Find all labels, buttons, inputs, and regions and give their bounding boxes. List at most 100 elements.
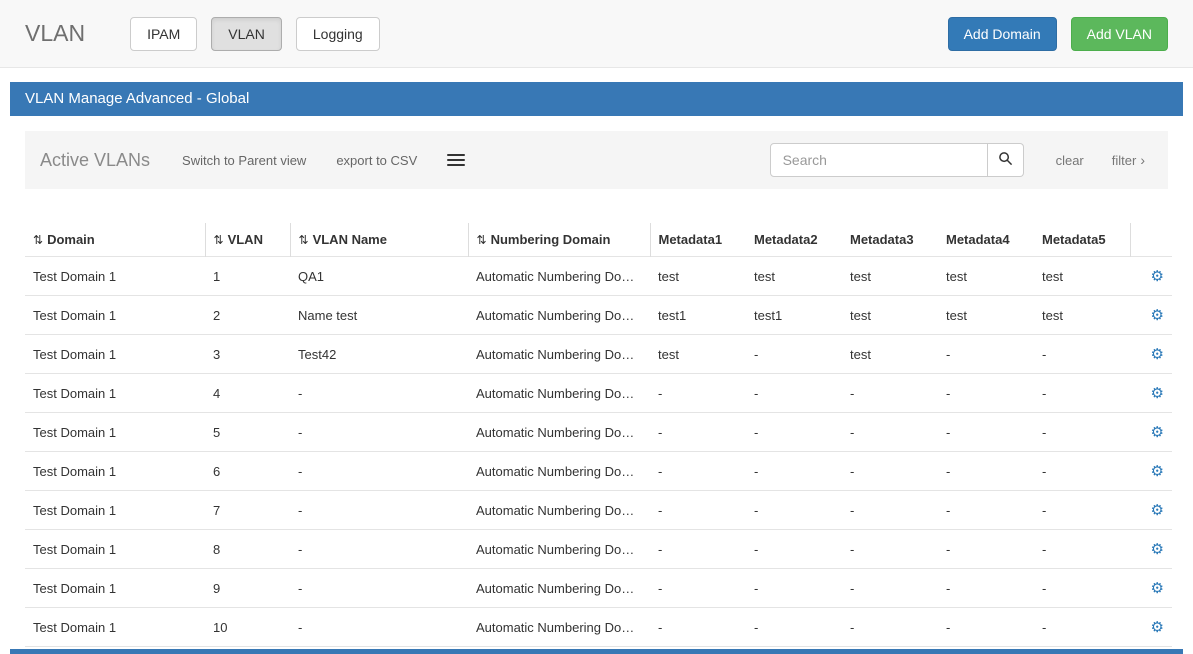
panel-body: Active VLANs Switch to Parent view expor… xyxy=(10,116,1183,647)
cell-metadata3: test xyxy=(842,257,938,296)
table-row: Test Domain 19-Automatic Numbering Doma…… xyxy=(25,569,1172,608)
cell-actions: ⚙ xyxy=(1130,530,1172,569)
cell-metadata1: - xyxy=(650,374,746,413)
gear-icon[interactable]: ⚙ xyxy=(1151,541,1164,558)
sort-icon: ⇅ xyxy=(477,233,487,247)
cell-metadata4: - xyxy=(938,413,1034,452)
column-header-metadata3: Metadata3 xyxy=(842,223,938,257)
sort-icon: ⇅ xyxy=(33,233,43,247)
cell-vlan-name: Test42 xyxy=(290,335,468,374)
cell-domain: Test Domain 1 xyxy=(25,491,205,530)
cell-metadata5: - xyxy=(1034,608,1130,647)
tab-ipam[interactable]: IPAM xyxy=(130,17,197,51)
table-row: Test Domain 110-Automatic Numbering Doma… xyxy=(25,608,1172,647)
cell-metadata4: - xyxy=(938,374,1034,413)
cell-vlan-name: - xyxy=(290,374,468,413)
search-group xyxy=(770,143,1024,177)
cell-metadata4: - xyxy=(938,491,1034,530)
gear-icon[interactable]: ⚙ xyxy=(1151,502,1164,519)
cell-metadata2: - xyxy=(746,491,842,530)
search-button[interactable] xyxy=(988,143,1024,177)
cell-numbering-domain: Automatic Numbering Doma… xyxy=(468,569,650,608)
column-header-domain[interactable]: ⇅ Domain xyxy=(25,223,205,257)
cell-metadata2: - xyxy=(746,452,842,491)
cell-vlan: 10 xyxy=(205,608,290,647)
cell-metadata5: - xyxy=(1034,530,1130,569)
table-row: Test Domain 18-Automatic Numbering Doma…… xyxy=(25,530,1172,569)
table-header-row: ⇅ Domain ⇅VLAN⇅VLAN Name ⇅ Numbering Domain M… xyxy=(25,223,1172,257)
table-body: Test Domain 11QA1Automatic Numbering Dom… xyxy=(25,257,1172,647)
cell-vlan: 3 xyxy=(205,335,290,374)
column-header-label: VLAN xyxy=(228,232,263,247)
cell-metadata2: test xyxy=(746,257,842,296)
cell-metadata4: test xyxy=(938,296,1034,335)
cell-vlan-name: - xyxy=(290,491,468,530)
export-csv-link[interactable]: export to CSV xyxy=(336,153,417,168)
tab-logging[interactable]: Logging xyxy=(296,17,380,51)
add-domain-button[interactable]: Add Domain xyxy=(948,17,1057,51)
cell-metadata1: - xyxy=(650,530,746,569)
gear-icon[interactable]: ⚙ xyxy=(1151,307,1164,324)
tab-vlan[interactable]: VLAN xyxy=(211,17,282,51)
column-header-numbering-domain[interactable]: ⇅ Numbering Domain xyxy=(468,223,650,257)
cell-metadata1: test1 xyxy=(650,296,746,335)
search-input[interactable] xyxy=(770,143,988,177)
cell-vlan: 4 xyxy=(205,374,290,413)
cell-metadata4: - xyxy=(938,530,1034,569)
cell-domain: Test Domain 1 xyxy=(25,296,205,335)
vlan-panel: VLAN Manage Advanced - Global Active VLA… xyxy=(10,82,1183,654)
gear-icon[interactable]: ⚙ xyxy=(1151,580,1164,597)
clear-link[interactable]: clear xyxy=(1056,153,1084,168)
cell-vlan: 6 xyxy=(205,452,290,491)
cell-domain: Test Domain 1 xyxy=(25,257,205,296)
column-header-label: Metadata4 xyxy=(946,232,1010,247)
column-header-metadata4: Metadata4 xyxy=(938,223,1034,257)
column-header-actions xyxy=(1130,223,1172,257)
cell-metadata3: test xyxy=(842,296,938,335)
filter-link[interactable]: filter› xyxy=(1112,152,1145,168)
column-header-vlan[interactable]: ⇅VLAN xyxy=(205,223,290,257)
column-header-label: Metadata5 xyxy=(1042,232,1106,247)
column-header-vlan-name[interactable]: ⇅VLAN Name xyxy=(290,223,468,257)
switch-parent-view-link[interactable]: Switch to Parent view xyxy=(182,153,306,168)
cell-domain: Test Domain 1 xyxy=(25,452,205,491)
cell-metadata5: - xyxy=(1034,413,1130,452)
cell-metadata5: - xyxy=(1034,374,1130,413)
column-header-label: Numbering Domain xyxy=(491,232,611,247)
cell-numbering-domain: Automatic Numbering Doma… xyxy=(468,413,650,452)
cell-domain: Test Domain 1 xyxy=(25,530,205,569)
menu-icon[interactable] xyxy=(447,151,465,169)
cell-vlan: 2 xyxy=(205,296,290,335)
cell-actions: ⚙ xyxy=(1130,335,1172,374)
gear-icon[interactable]: ⚙ xyxy=(1151,424,1164,441)
gear-icon[interactable]: ⚙ xyxy=(1151,346,1164,363)
search-icon xyxy=(998,151,1013,169)
cell-vlan: 9 xyxy=(205,569,290,608)
column-header-label: Domain xyxy=(47,232,95,247)
cell-vlan-name: - xyxy=(290,452,468,491)
gear-icon[interactable]: ⚙ xyxy=(1151,463,1164,480)
gear-icon[interactable]: ⚙ xyxy=(1151,619,1164,636)
cell-metadata1: test xyxy=(650,335,746,374)
topbar-actions: Add Domain Add VLAN xyxy=(948,17,1168,51)
cell-metadata5: - xyxy=(1034,491,1130,530)
cell-actions: ⚙ xyxy=(1130,608,1172,647)
cell-vlan: 1 xyxy=(205,257,290,296)
cell-vlan-name: - xyxy=(290,413,468,452)
cell-metadata3: test xyxy=(842,335,938,374)
cell-metadata5: test xyxy=(1034,257,1130,296)
cell-metadata1: test xyxy=(650,257,746,296)
table-toolbar: Active VLANs Switch to Parent view expor… xyxy=(25,131,1168,189)
cell-metadata5: - xyxy=(1034,452,1130,491)
add-vlan-button[interactable]: Add VLAN xyxy=(1071,17,1168,51)
cell-vlan: 8 xyxy=(205,530,290,569)
gear-icon[interactable]: ⚙ xyxy=(1151,385,1164,402)
cell-metadata1: - xyxy=(650,608,746,647)
cell-actions: ⚙ xyxy=(1130,569,1172,608)
cell-actions: ⚙ xyxy=(1130,413,1172,452)
gear-icon[interactable]: ⚙ xyxy=(1151,268,1164,285)
table-row: Test Domain 14-Automatic Numbering Doma…… xyxy=(25,374,1172,413)
cell-metadata4: - xyxy=(938,335,1034,374)
cell-domain: Test Domain 1 xyxy=(25,569,205,608)
cell-metadata2: test1 xyxy=(746,296,842,335)
